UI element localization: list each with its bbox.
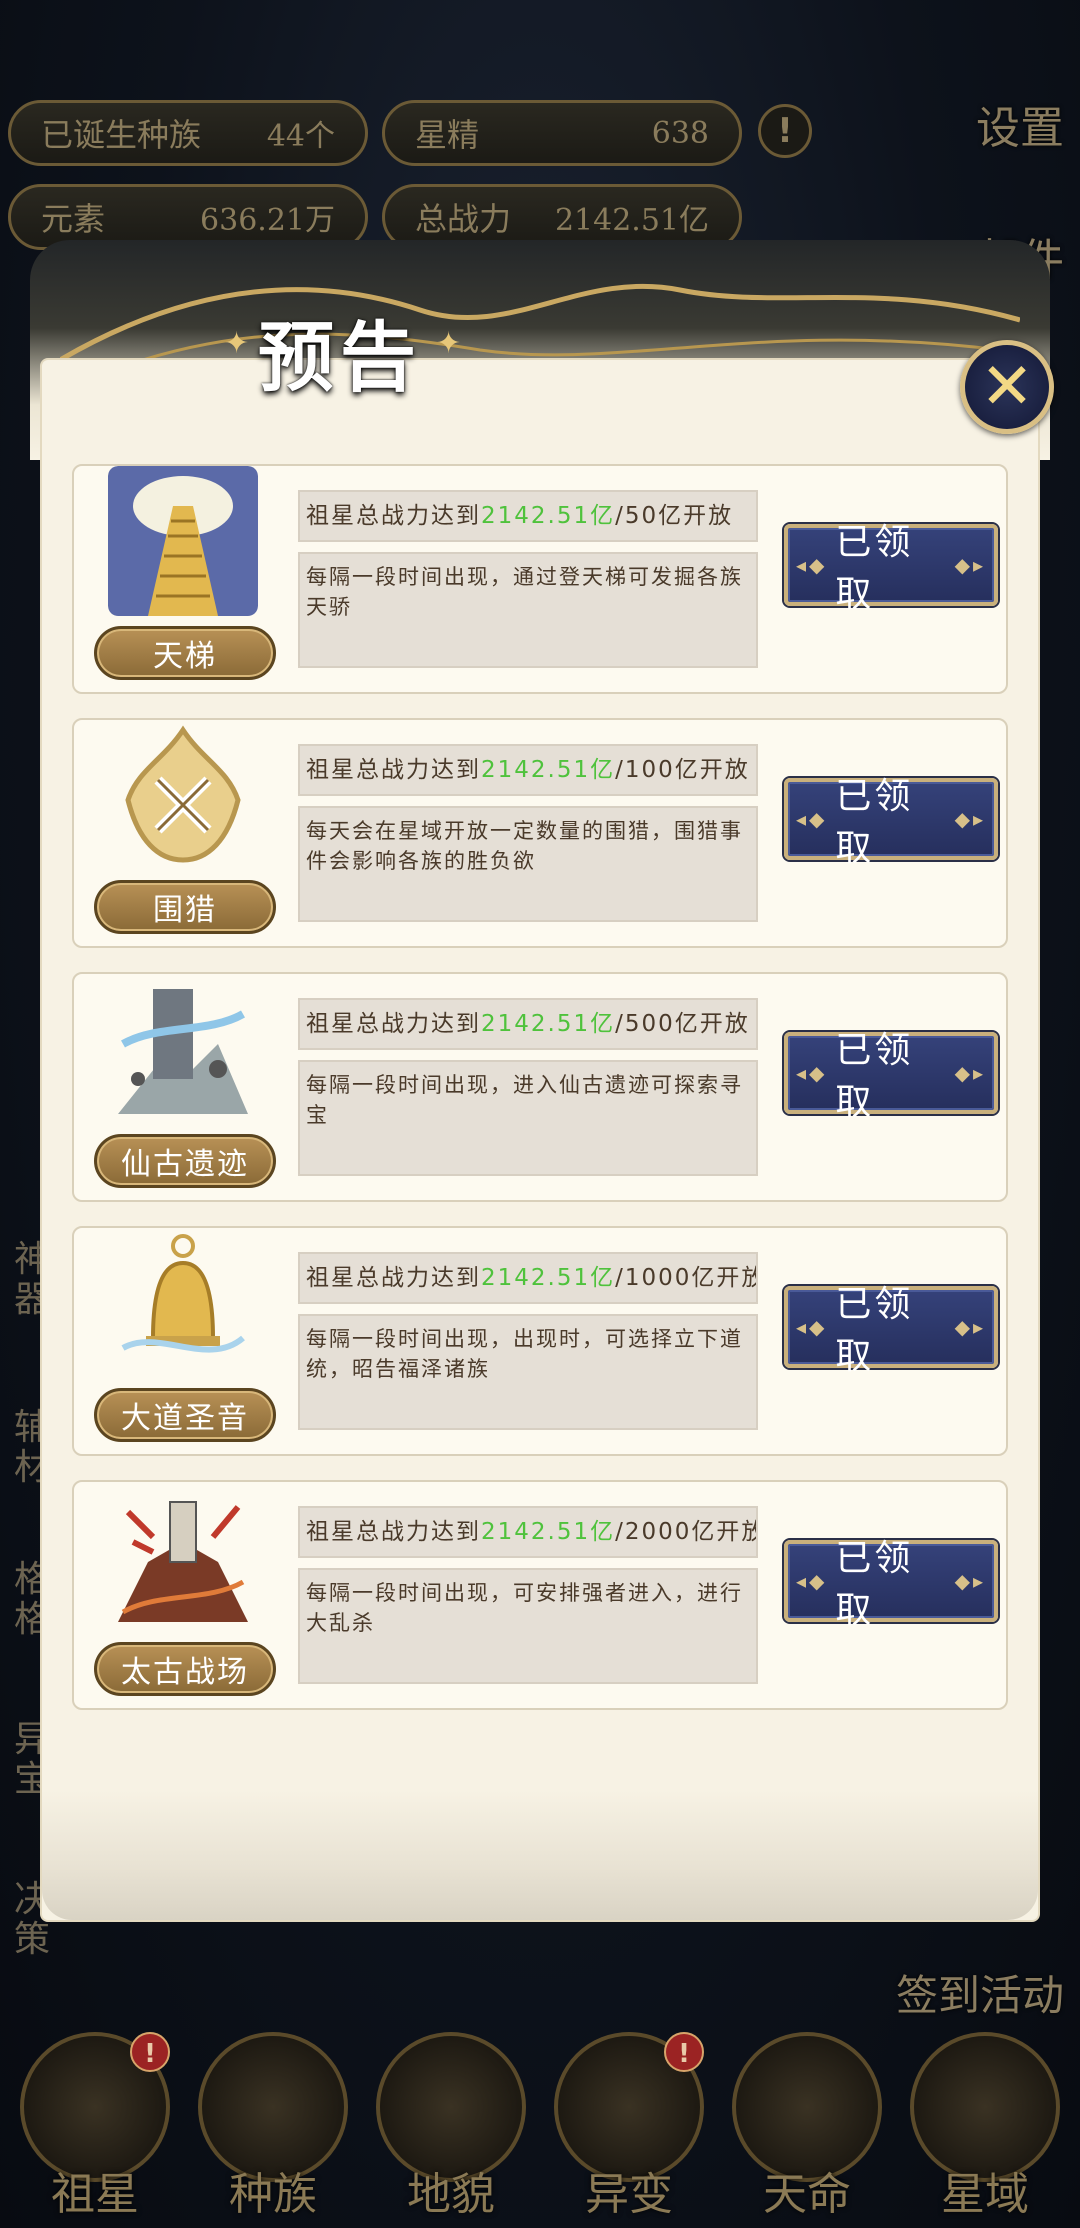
condition-suffix: /2000亿开放 [615,1519,758,1545]
preview-card-ancient-battlefield: 太古战场 祖星总战力达到2142.51亿/2000亿开放 每隔一段时间出现，可安… [72,1480,1008,1710]
unlock-condition: 祖星总战力达到2142.51亿/500亿开放 [298,998,758,1050]
golden-bell-icon [108,1228,258,1378]
nav-ancestor-star[interactable]: ! 祖星 [10,2032,180,2222]
ornament-icon: ◆▸ [954,1315,986,1339]
condition-prefix: 祖星总战力达到 [306,1265,481,1291]
claimed-label: 已领取 [835,1030,914,1123]
condition-suffix: /50亿开放 [615,503,734,529]
ornament-icon: ◂◆ [796,1569,828,1593]
condition-current: 2142.51亿 [481,503,616,529]
unlock-condition: 祖星总战力达到2142.51亿/1000亿开放 [298,1252,758,1304]
preview-card-heavenly-ladder: 天梯 祖星总战力达到2142.51亿/50亿开放 每隔一段时间出现，通过登天梯可… [72,464,1008,694]
claimed-button[interactable]: ◂◆ 已领取 ◆▸ [784,522,998,615]
ornament-icon: ◆▸ [954,807,986,831]
nav-label: 祖星 [51,2169,139,2220]
condition-prefix: 祖星总战力达到 [306,503,481,529]
ancient-battlefield-icon [108,1482,258,1632]
condition-current: 2142.51亿 [481,1011,616,1037]
ornament-icon: ◂◆ [796,553,828,577]
element-label: 元素 [41,200,106,238]
ornament-icon: ◆▸ [954,1061,986,1085]
total-power-label: 总战力 [415,200,512,238]
born-races-value: 44个 [266,119,335,154]
nav-label: 星域 [941,2169,1029,2220]
nav-label: 天命 [763,2169,851,2220]
nav-terrain[interactable]: 地貌 [366,2032,536,2222]
feature-name-plate: 围猎 [94,880,276,934]
unlock-condition: 祖星总战力达到2142.51亿/50亿开放 [298,490,758,542]
star-essence-counter[interactable]: 星精 638 [382,100,742,166]
condition-prefix: 祖星总战力达到 [306,1011,481,1037]
claimed-label: 已领取 [835,1538,914,1631]
feature-name-plate: 天梯 [94,626,276,680]
claimed-button[interactable]: ◂◆ 已领取 ◆▸ [784,776,998,869]
condition-current: 2142.51亿 [481,1519,616,1545]
nav-star-domain[interactable]: 星域 [900,2032,1070,2222]
notification-dot: ! [130,2032,170,2072]
feature-name-plate: 仙古遗迹 [94,1134,276,1188]
claimed-label: 已领取 [835,776,914,869]
claimed-label: 已领取 [835,522,914,615]
notification-dot: ! [664,2032,704,2072]
close-icon: ✕ [980,350,1034,424]
feature-description: 每隔一段时间出现，出现时，可选择立下道统，昭告福泽诸族 [298,1314,758,1430]
feature-name-plate: 太古战场 [94,1642,276,1696]
unlock-condition: 祖星总战力达到2142.51亿/2000亿开放 [298,1506,758,1558]
preview-list[interactable]: 天梯 祖星总战力达到2142.51亿/50亿开放 每隔一段时间出现，通过登天梯可… [72,464,1008,1800]
nav-mutation[interactable]: ! 异变 [544,2032,714,2222]
condition-prefix: 祖星总战力达到 [306,757,481,783]
nav-label: 种族 [229,2169,317,2220]
nav-label: 地貌 [407,2169,495,2220]
star-essence-value: 638 [651,115,709,151]
hunt-emblem-icon [108,720,258,870]
ornament-icon: ◂◆ [796,1315,828,1339]
born-races-counter[interactable]: 已诞生种族 44个 [8,100,368,166]
born-races-label: 已诞生种族 [41,116,202,154]
nav-label: 异变 [585,2169,673,2220]
sign-in-activity-button[interactable]: 签到活动 [896,1962,1064,2023]
ornament-icon: ◂◆ [796,1061,828,1085]
preview-card-ancient-ruins: 仙古遗迹 祖星总战力达到2142.51亿/500亿开放 每隔一段时间出现，进入仙… [72,972,1008,1202]
feature-description: 每天会在星域开放一定数量的围猎，围猎事件会影响各族的胜负欲 [298,806,758,922]
preview-card-golden-bell: 大道圣音 祖星总战力达到2142.51亿/1000亿开放 每隔一段时间出现，出现… [72,1226,1008,1456]
title-ornament-left: ✦ [224,326,250,361]
condition-suffix: /500亿开放 [615,1011,750,1037]
claimed-label: 已领取 [835,1284,914,1377]
condition-current: 2142.51亿 [481,1265,616,1291]
claimed-button[interactable]: ◂◆ 已领取 ◆▸ [784,1538,998,1631]
condition-suffix: /100亿开放 [615,757,750,783]
claimed-button[interactable]: ◂◆ 已领取 ◆▸ [784,1030,998,1123]
star-essence-label: 星精 [415,116,480,154]
ornament-icon: ◆▸ [954,1569,986,1593]
ornament-icon: ◆▸ [954,553,986,577]
alert-icon[interactable]: ! [758,104,812,158]
total-power-value: 2142.51亿 [554,203,709,238]
bottom-nav: ! 祖星 种族 地貌 ! 异变 天命 星域 [0,2030,1080,2228]
feature-description: 每隔一段时间出现，可安排强者进入，进行大乱杀 [298,1568,758,1684]
ancient-ruins-icon [108,974,258,1124]
nav-destiny[interactable]: 天命 [722,2032,892,2222]
element-value: 636.21万 [200,203,335,238]
preview-card-hunt: 围猎 祖星总战力达到2142.51亿/100亿开放 每天会在星域开放一定数量的围… [72,718,1008,948]
modal-footer-scroll [42,1790,1038,1920]
condition-prefix: 祖星总战力达到 [306,1519,481,1545]
unlock-condition: 祖星总战力达到2142.51亿/100亿开放 [298,744,758,796]
nav-races[interactable]: 种族 [188,2032,358,2222]
settings-button[interactable]: 设置 [970,106,1070,152]
close-button[interactable]: ✕ [960,340,1054,434]
feature-name-plate: 大道圣音 [94,1388,276,1442]
feature-description: 每隔一段时间出现，进入仙古遗迹可探索寻宝 [298,1060,758,1176]
claimed-button[interactable]: ◂◆ 已领取 ◆▸ [784,1284,998,1377]
condition-current: 2142.51亿 [481,757,616,783]
modal-title: 预告 [258,313,422,402]
title-ornament-right: ✦ [436,326,462,361]
feature-description: 每隔一段时间出现，通过登天梯可发掘各族天骄 [298,552,758,668]
ornament-icon: ◂◆ [796,807,828,831]
condition-suffix: /1000亿开放 [615,1265,758,1291]
heavenly-ladder-icon [108,466,258,616]
